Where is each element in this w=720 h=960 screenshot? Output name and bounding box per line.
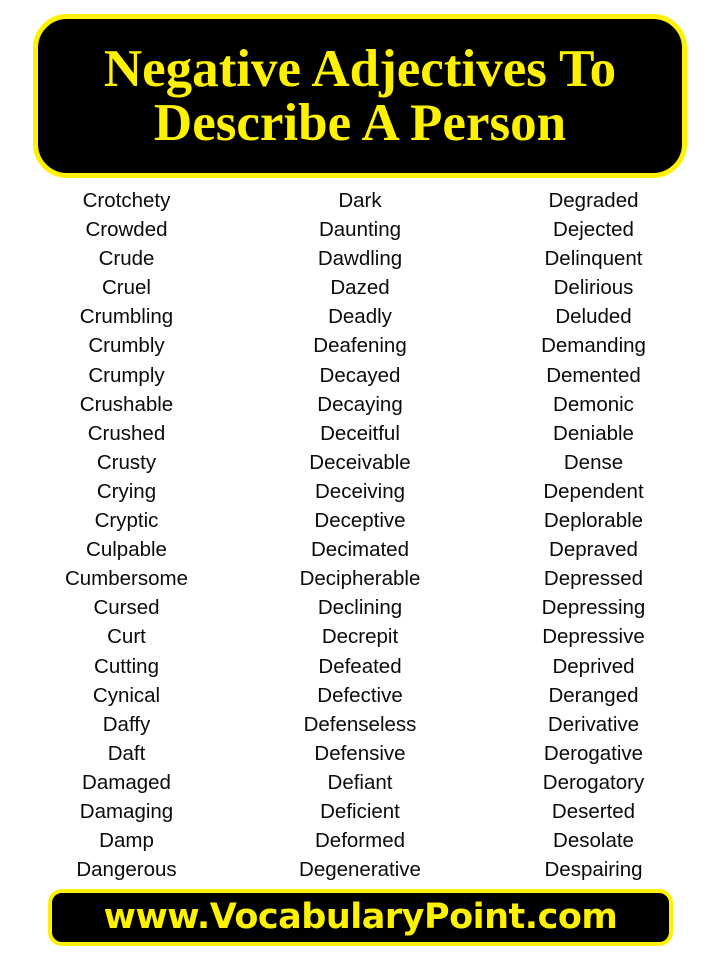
word-item: Defensive: [314, 741, 406, 765]
word-item: Defeated: [318, 654, 402, 678]
word-item: Cynical: [92, 683, 161, 707]
word-item: Crushed: [87, 421, 166, 445]
word-list-columns: Crotchety Crowded Crude Cruel Crumbling Crumb…: [10, 186, 710, 881]
word-list-poster: Negative Adjectives To Describe A Person…: [0, 0, 720, 960]
word-item: Deprived: [552, 654, 635, 678]
word-item: Dense: [563, 450, 624, 474]
word-item: Crushable: [79, 392, 174, 416]
word-item: Deafening: [313, 334, 407, 358]
word-item: Daunting: [318, 218, 402, 242]
word-item: Cruel: [102, 276, 151, 300]
word-item: Decaying: [317, 392, 403, 416]
word-item: Demonic: [553, 392, 634, 416]
word-item: Crowded: [85, 218, 168, 242]
word-item: Deceitful: [320, 421, 400, 445]
word-item: Depraved: [549, 538, 638, 562]
word-item: Cursed: [93, 596, 160, 620]
word-item: Culpable: [86, 538, 167, 562]
word-item: Deserted: [551, 799, 636, 823]
word-item: Depressing: [541, 596, 646, 620]
word-item: Declining: [317, 596, 403, 620]
word-item: Delirious: [553, 276, 634, 300]
word-item: Daft: [107, 741, 146, 765]
word-item: Cutting: [94, 654, 159, 678]
word-column-1: Crotchety Crowded Crude Cruel Crumbling Crumb…: [10, 186, 243, 884]
word-item: Crumply: [88, 363, 165, 387]
word-item: Deficient: [320, 799, 400, 823]
word-item: Damaged: [82, 770, 171, 794]
word-item: Deceivable: [309, 450, 411, 474]
word-item: Degraded: [548, 189, 639, 212]
word-item: Dark: [338, 189, 382, 212]
word-item: Damp: [99, 829, 154, 853]
word-item: Deluded: [555, 305, 632, 329]
page-title-line-1: Negative Adjectives To: [103, 39, 617, 98]
word-item: Deplorable: [543, 509, 644, 533]
word-item: Dawdling: [317, 247, 403, 271]
word-item: Daffy: [102, 712, 151, 736]
word-column-2: Dark Daunting Dawdling Dazed Deadly Deafening…: [244, 186, 477, 884]
word-item: Dazed: [330, 276, 390, 300]
word-item: Demanding: [541, 334, 646, 358]
word-item: Curt: [107, 625, 146, 649]
word-item: Crumbly: [88, 334, 165, 358]
word-item: Demented: [546, 363, 641, 387]
word-item: Desolate: [553, 829, 634, 853]
word-item: Defiant: [327, 770, 393, 794]
word-item: Derogative: [543, 741, 644, 765]
word-item: Crusty: [96, 450, 157, 474]
word-item: Derivative: [547, 712, 640, 736]
word-item: Crumbling: [79, 305, 174, 329]
word-item: Damaging: [79, 799, 174, 823]
word-item: Depressive: [542, 625, 645, 649]
word-item: Crotchety: [82, 189, 171, 212]
word-item: Deniable: [553, 421, 634, 445]
word-item: Derogatory: [542, 770, 645, 794]
word-item: Decipherable: [299, 567, 421, 591]
word-item: Deformed: [314, 829, 405, 853]
header-banner: Negative Adjectives To Describe A Person: [33, 14, 687, 178]
word-item: Decrepit: [321, 625, 399, 649]
word-item: Dangerous: [76, 858, 177, 882]
word-item: Defective: [317, 683, 403, 707]
word-item: Deadly: [328, 305, 392, 329]
word-item: Deceiving: [314, 479, 406, 503]
word-item: Cryptic: [94, 509, 159, 533]
word-item: Dejected: [553, 218, 634, 242]
word-item: Crude: [98, 247, 155, 271]
website-url: www.VocabularyPoint.com: [103, 897, 618, 937]
word-item: Despairing: [544, 858, 643, 882]
page-title-line-2: Describe A Person: [153, 94, 567, 152]
word-item: Defenseless: [303, 712, 417, 736]
word-item: Degenerative: [299, 858, 421, 882]
word-item: Deranged: [548, 683, 639, 707]
word-item: Cumbersome: [64, 567, 189, 591]
word-item: Deceptive: [314, 509, 406, 533]
word-item: Depressed: [543, 567, 644, 591]
footer-banner: www.VocabularyPoint.com: [48, 889, 673, 946]
word-item: Dependent: [543, 479, 644, 503]
word-item: Decayed: [319, 363, 401, 387]
word-column-3: Degraded Dejected Delinquent Delirious Delud…: [477, 186, 710, 884]
word-item: Delinquent: [544, 247, 643, 271]
word-item: Decimated: [311, 538, 409, 562]
word-item: Crying: [96, 479, 157, 503]
